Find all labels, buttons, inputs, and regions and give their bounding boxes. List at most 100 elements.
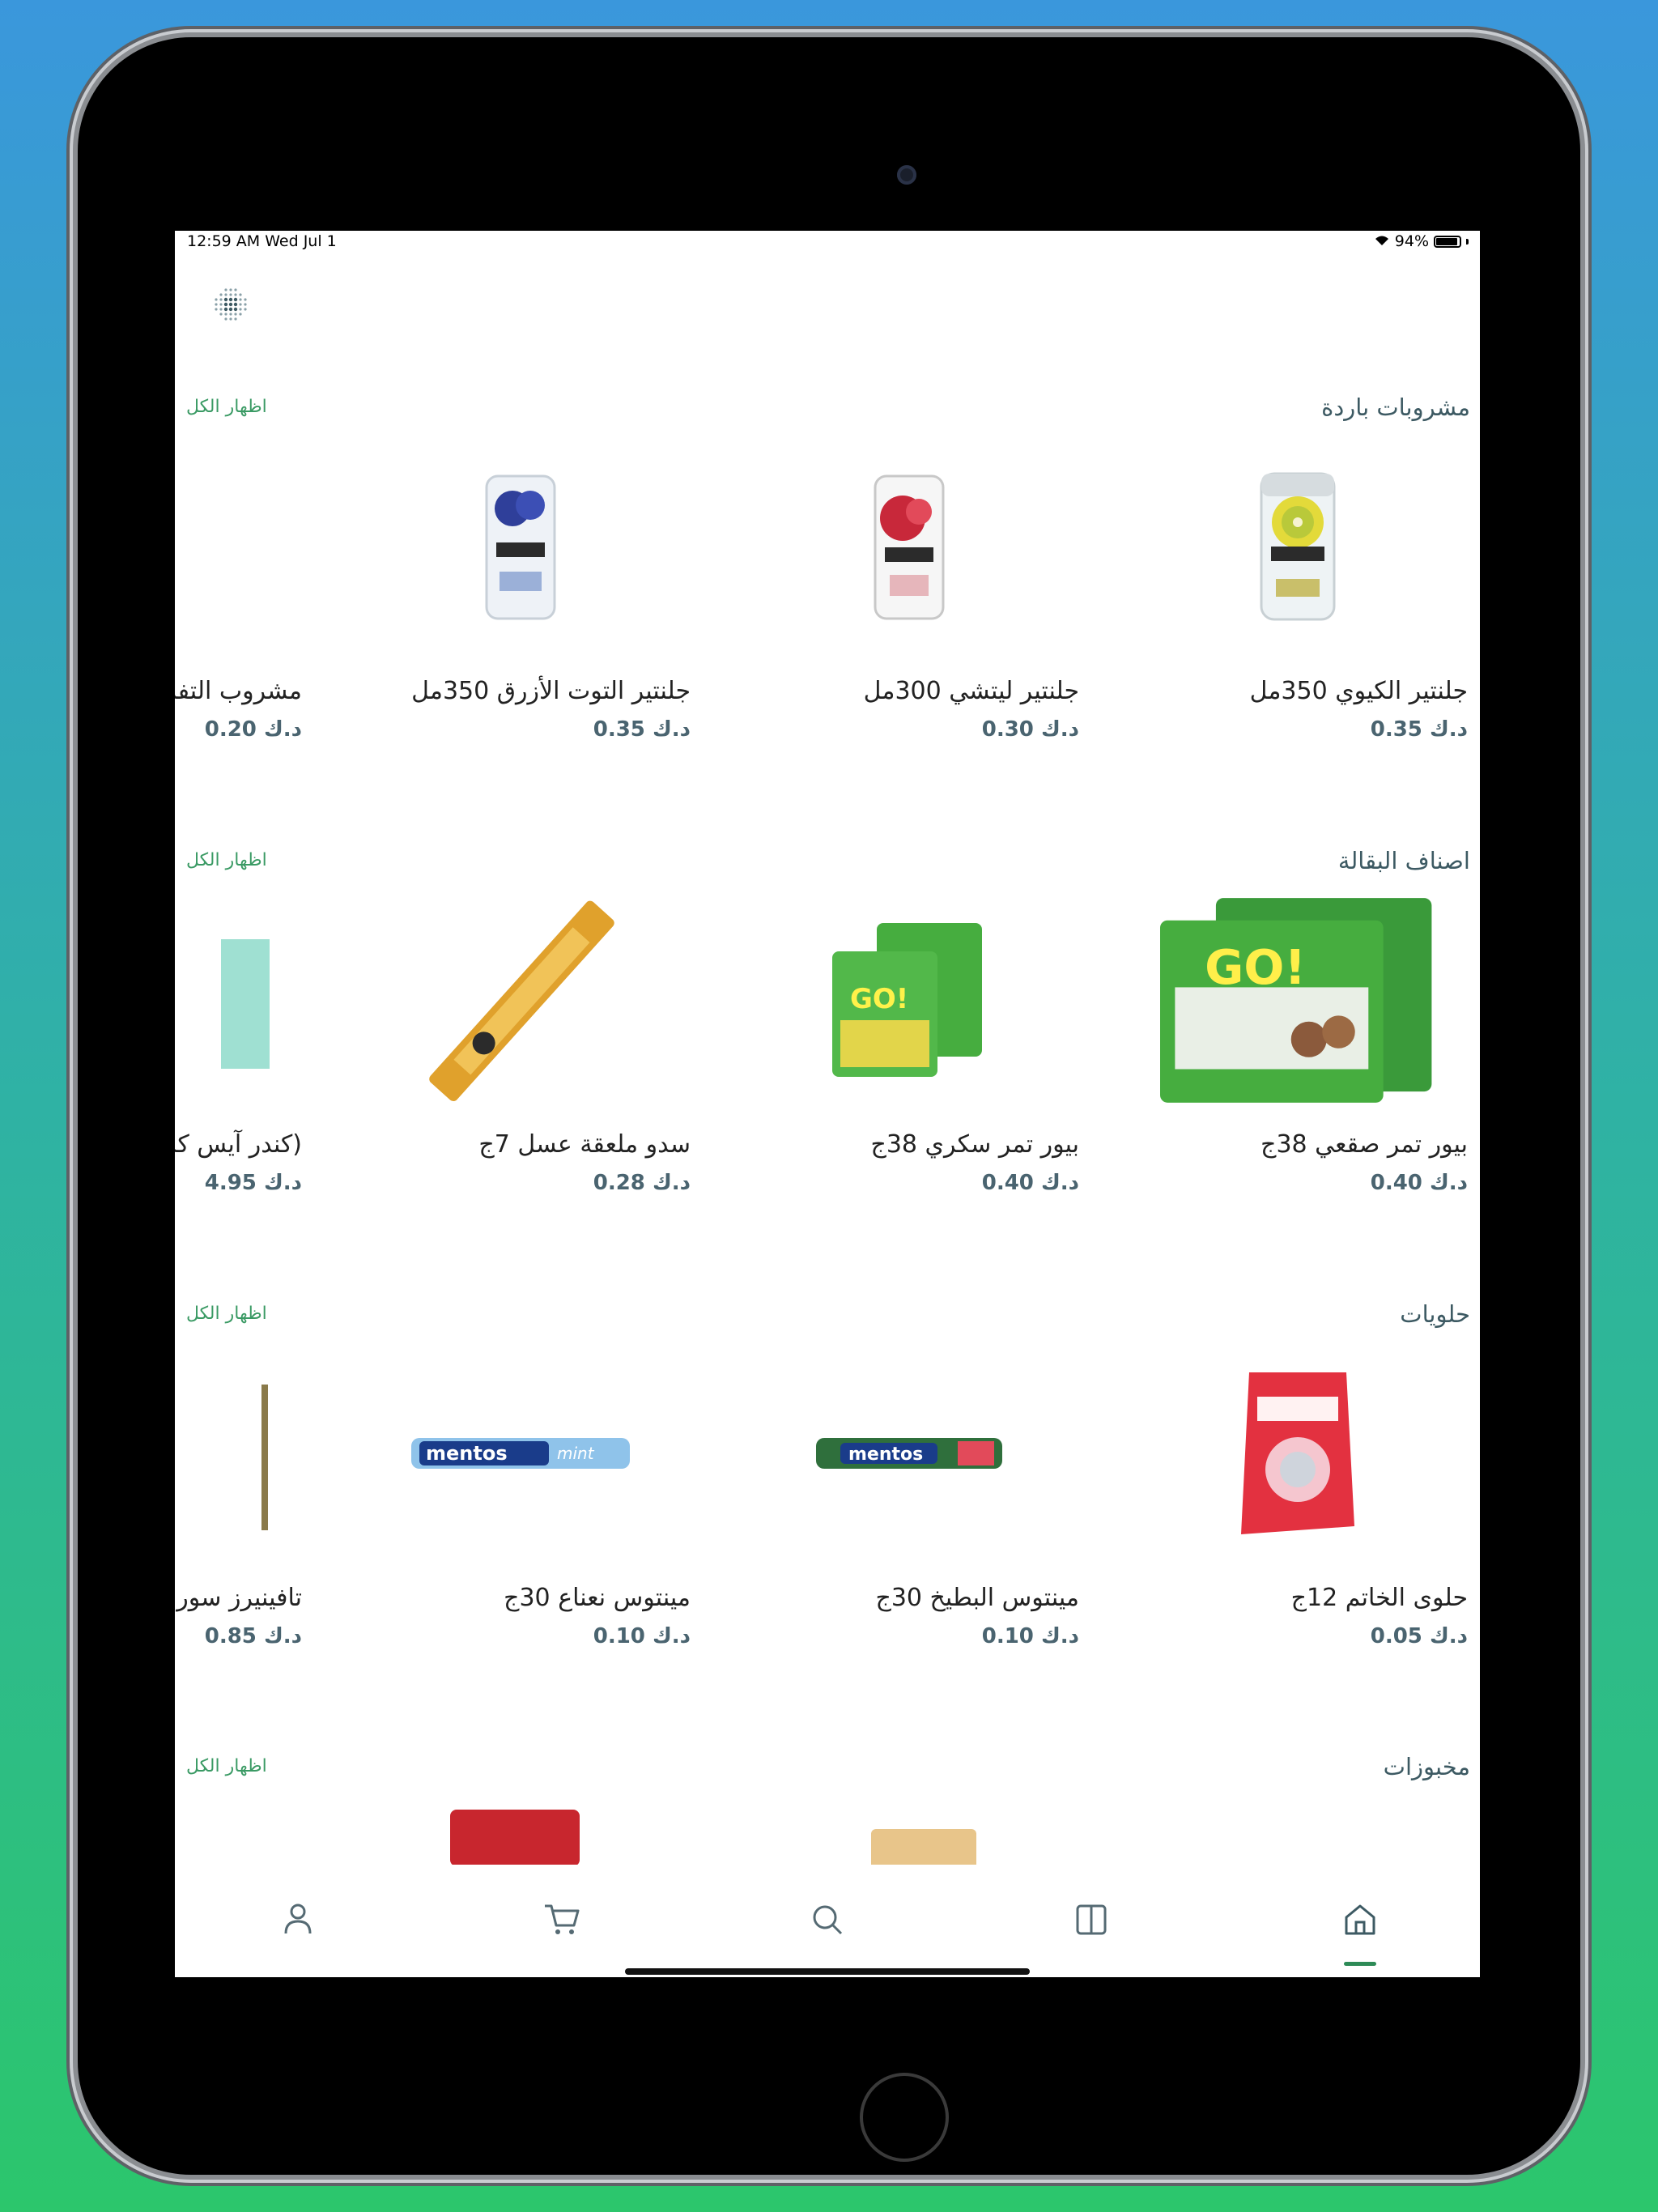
logo-dot xyxy=(224,293,227,296)
tab-search[interactable] xyxy=(803,1897,852,1946)
section-title: حلويات xyxy=(1400,1300,1470,1328)
logo-dot xyxy=(228,297,233,302)
section-bakery: مخبوزات اظهار الكل xyxy=(175,1753,1480,1870)
product-card[interactable]: سدو ملعقة عسل 7ج د.ك 0.28 xyxy=(351,891,691,1231)
tab-home[interactable] xyxy=(1336,1897,1384,1946)
logo-dot xyxy=(239,303,242,306)
home-button[interactable] xyxy=(860,2073,949,2162)
status-right: 94% xyxy=(1374,232,1469,250)
front-camera xyxy=(897,165,916,185)
product-price: د.ك 0.85 xyxy=(204,1624,302,1648)
tab-categories[interactable] xyxy=(1067,1897,1116,1946)
logo-dot xyxy=(229,288,232,291)
bakery-product-image xyxy=(871,1829,976,1870)
product-price: د.ك 4.95 xyxy=(204,1171,302,1195)
app-logo-dots-icon[interactable] xyxy=(210,284,251,325)
product-card[interactable]: GO! بيور تمر صقعي 38ج د.ك 0.40 xyxy=(1128,891,1468,1231)
logo-dot xyxy=(229,313,232,316)
product-card[interactable]: mentos mint مينتوس نعناع 30ج د.ك 0.10 xyxy=(351,1344,691,1684)
product-card[interactable]: جلنتير التوت الأزرق 350مل د.ك 0.35 xyxy=(351,437,691,777)
search-icon xyxy=(807,1899,848,1943)
logo-dot xyxy=(219,293,223,296)
logo-dot xyxy=(229,317,232,321)
product-name: بيور تمر سكري 38ج xyxy=(870,1130,1079,1159)
logo-dot xyxy=(219,298,223,301)
battery-tip xyxy=(1466,238,1469,245)
logo-dot xyxy=(229,293,232,296)
logo-dot xyxy=(234,288,237,291)
product-name: حلوى الخاتم 12ج xyxy=(1290,1584,1468,1612)
status-time: 12:59 AM Wed Jul 1 xyxy=(187,232,337,250)
product-price: د.ك 0.30 xyxy=(981,717,1079,742)
wifi-icon xyxy=(1374,232,1390,250)
product-price: د.ك 0.35 xyxy=(1370,717,1468,742)
logo-dot xyxy=(233,307,238,312)
product-price: د.ك 0.35 xyxy=(593,717,691,742)
blueberry-can-image xyxy=(383,437,658,656)
product-price: د.ك 0.40 xyxy=(1370,1171,1468,1195)
logo-dot xyxy=(215,298,218,301)
show-all-link[interactable]: اظهار الكل xyxy=(186,1304,267,1324)
product-name: تافينيرز سور ا xyxy=(175,1584,302,1612)
status-bar: 12:59 AM Wed Jul 1 94% xyxy=(175,231,1480,253)
product-price: د.ك 0.40 xyxy=(981,1171,1079,1195)
bakery-product-image xyxy=(450,1810,580,1866)
mentos-mint-image: mentos mint xyxy=(383,1344,658,1563)
section-grocery: اصناف البقالة اظهار الكل GO! بيور تمر صق… xyxy=(175,847,1480,1312)
product-name: مينتوس البطيخ 30ج xyxy=(875,1584,1079,1612)
logo-dot xyxy=(223,307,228,312)
bottom-tab-bar xyxy=(175,1865,1480,1977)
section-title: مشروبات باردة xyxy=(1321,393,1470,421)
product-card[interactable]: جلنتير ليتشي 300مل د.ك 0.30 xyxy=(739,437,1079,777)
honey-stick-image xyxy=(383,891,658,1109)
svg-text:mint: mint xyxy=(557,1444,595,1463)
logo-dot xyxy=(224,313,227,316)
logo-dot xyxy=(219,313,223,316)
product-price: د.ك 0.10 xyxy=(981,1624,1079,1648)
logo-dot xyxy=(244,298,247,301)
product-card[interactable]: (كندر آيس كري د.ك 4.95 xyxy=(175,891,302,1231)
product-name: مشروب التفاح xyxy=(175,677,302,705)
home-indicator-bar[interactable] xyxy=(625,1968,1030,1975)
svg-text:GO!: GO! xyxy=(1205,938,1306,994)
section-sweets: حلويات اظهار الكل حلوى الخاتم 12ج د.ك 0.… xyxy=(175,1300,1480,1765)
show-all-link[interactable]: اظهار الكل xyxy=(186,397,267,417)
show-all-link[interactable]: اظهار الكل xyxy=(186,1756,267,1776)
product-name: بيور تمر صقعي 38ج xyxy=(1261,1130,1468,1159)
product-price: د.ك 0.10 xyxy=(593,1624,691,1648)
logo-dot xyxy=(244,303,247,306)
product-price: د.ك 0.20 xyxy=(204,717,302,742)
active-tab-indicator xyxy=(1344,1962,1376,1966)
logo-dot xyxy=(234,313,237,316)
kiwi-can-image xyxy=(1160,437,1435,656)
show-all-link[interactable]: اظهار الكل xyxy=(186,850,267,870)
home-icon xyxy=(1340,1899,1380,1943)
product-card[interactable]: تافينيرز سور ا د.ك 0.85 xyxy=(175,1344,302,1684)
logo-dot xyxy=(234,293,237,296)
logo-dot xyxy=(219,303,223,306)
section-title: مخبوزات xyxy=(1383,1753,1470,1780)
product-name: سدو ملعقة عسل 7ج xyxy=(478,1130,691,1159)
section-cold-drinks: مشروبات باردة اظهار الكل جلنتير الكيوي 3… xyxy=(175,393,1480,858)
product-name: مينتوس نعناع 30ج xyxy=(504,1584,691,1612)
logo-dot xyxy=(234,317,237,321)
tab-cart[interactable] xyxy=(538,1897,586,1946)
svg-text:GO!: GO! xyxy=(850,983,908,1015)
logo-dot xyxy=(223,302,228,307)
kinder-box-image xyxy=(175,891,270,1109)
product-name: (كندر آيس كري xyxy=(175,1130,302,1159)
product-card[interactable]: حلوى الخاتم 12ج د.ك 0.05 xyxy=(1128,1344,1468,1684)
tab-profile[interactable] xyxy=(274,1897,322,1946)
logo-dot xyxy=(239,308,242,311)
product-card[interactable]: GO! بيور تمر سكري 38ج د.ك 0.40 xyxy=(739,891,1079,1231)
logo-dot xyxy=(223,297,228,302)
product-name: جلنتير ليتشي 300مل xyxy=(863,677,1079,705)
product-card[interactable]: مشروب التفاح د.ك 0.20 xyxy=(175,437,302,777)
mentos-watermelon-image: mentos xyxy=(772,1344,1047,1563)
product-card[interactable]: mentos مينتوس البطيخ 30ج د.ك 0.10 xyxy=(739,1344,1079,1684)
logo-dot xyxy=(224,317,227,321)
battery-icon xyxy=(1434,235,1461,248)
cart-icon xyxy=(542,1899,582,1943)
go-smart-pouch-image: GO! xyxy=(1160,891,1435,1109)
product-card[interactable]: جلنتير الكيوي 350مل د.ك 0.35 xyxy=(1128,437,1468,777)
